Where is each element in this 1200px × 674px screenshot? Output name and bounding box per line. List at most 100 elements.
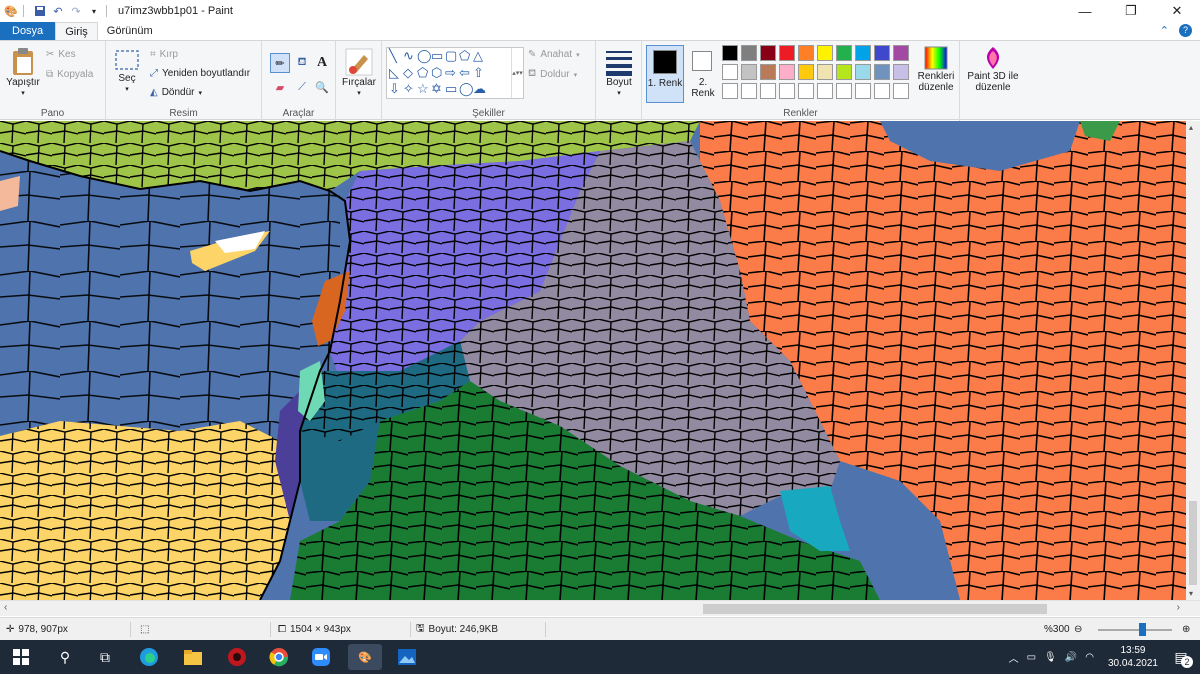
palette-swatch[interactable] — [760, 45, 776, 61]
six-star-shape-icon[interactable]: ✡ — [431, 82, 442, 96]
minimize-button[interactable]: — — [1062, 0, 1108, 22]
photos-app-icon[interactable] — [394, 644, 420, 670]
color-picker-icon[interactable]: ⟋ — [292, 77, 312, 97]
right-triangle-shape-icon[interactable]: ◺ — [389, 66, 399, 80]
collapse-ribbon-icon[interactable]: ⌃ — [1160, 24, 1169, 37]
magnifier-icon[interactable]: 🔍 — [312, 77, 332, 97]
eraser-icon[interactable]: ▰ — [270, 77, 290, 97]
palette-swatch-empty[interactable] — [893, 83, 909, 99]
scroll-left-icon[interactable]: ‹ — [4, 602, 7, 613]
hexagon-shape-icon[interactable]: ⬡ — [431, 66, 442, 80]
palette-swatch[interactable] — [855, 64, 871, 80]
volume-icon[interactable]: 🔊 — [1065, 652, 1077, 663]
palette-swatch-empty[interactable] — [779, 83, 795, 99]
right-arrow-shape-icon[interactable]: ⇨ — [445, 66, 456, 80]
zoom-slider-thumb[interactable] — [1139, 623, 1146, 636]
palette-swatch[interactable] — [817, 64, 833, 80]
cut-button[interactable]: ✂ Kes — [46, 49, 76, 60]
rectangle-shape-icon[interactable]: ▭ — [431, 49, 443, 63]
left-arrow-shape-icon[interactable]: ⇦ — [459, 66, 470, 80]
horizontal-scrollbar[interactable]: ‹ › — [0, 600, 1200, 616]
down-arrow-shape-icon[interactable]: ⇩ — [389, 82, 400, 96]
pentagon-shape-icon[interactable]: ⬠ — [417, 66, 428, 80]
zoom-slider[interactable] — [1098, 629, 1172, 631]
vertical-scroll-thumb[interactable] — [1189, 501, 1197, 585]
vertical-scrollbar[interactable]: ▴ ▾ — [1186, 121, 1200, 600]
palette-swatch-empty[interactable] — [836, 83, 852, 99]
palette-swatch[interactable] — [779, 64, 795, 80]
map-image[interactable] — [0, 121, 1186, 600]
scroll-right-icon[interactable]: › — [1177, 602, 1180, 613]
brushes-button[interactable]: Fırçalar ▾ — [340, 47, 378, 99]
callout-cloud-shape-icon[interactable]: ☁ — [473, 82, 486, 96]
search-icon[interactable]: ⚲ — [52, 644, 78, 670]
callout-oval-shape-icon[interactable]: ◯ — [459, 82, 474, 96]
palette-swatch[interactable] — [855, 45, 871, 61]
triangle-shape-icon[interactable]: △ — [473, 49, 483, 63]
rotate-button[interactable]: ◭ Döndür ▾ — [150, 87, 202, 98]
scroll-down-icon[interactable]: ▾ — [1189, 589, 1193, 598]
game-app-icon[interactable] — [224, 644, 250, 670]
palette-swatch[interactable] — [798, 45, 814, 61]
color1-button[interactable]: 1. Renk — [646, 45, 684, 103]
palette-swatch-empty[interactable] — [798, 83, 814, 99]
crop-button[interactable]: ⌗ Kırp — [150, 49, 178, 60]
scroll-up-icon[interactable]: ▴ — [1189, 123, 1193, 132]
zoom-out-button[interactable]: ⊖ — [1074, 618, 1082, 641]
pencil-icon[interactable]: ✏ — [270, 53, 290, 73]
tab-file[interactable]: Dosya — [0, 22, 56, 40]
palette-swatch-empty[interactable] — [741, 83, 757, 99]
notification-center-icon[interactable]: ▤ 2 — [1168, 644, 1194, 670]
curve-shape-icon[interactable]: ∿ — [403, 49, 414, 63]
palette-swatch-empty[interactable] — [874, 83, 890, 99]
horizontal-scroll-thumb[interactable] — [703, 604, 1047, 614]
wifi-icon[interactable]: ◠ — [1085, 652, 1094, 663]
palette-swatch[interactable] — [760, 64, 776, 80]
five-star-shape-icon[interactable]: ☆ — [417, 82, 429, 96]
fill-button[interactable]: ⛾ Doldur ▾ — [528, 68, 577, 81]
palette-swatch-empty[interactable] — [722, 83, 738, 99]
palette-swatch[interactable] — [874, 64, 890, 80]
clock[interactable]: 13:59 30.04.2021 — [1108, 644, 1158, 670]
rounded-rect-shape-icon[interactable]: ▢ — [445, 49, 457, 63]
edge-browser-icon[interactable] — [136, 644, 162, 670]
tab-view[interactable]: Görünüm — [98, 22, 162, 40]
zoom-in-button[interactable]: ⊕ — [1182, 618, 1190, 641]
palette-swatch[interactable] — [817, 45, 833, 61]
shapes-gallery[interactable]: ╲ ∿ ◯ ▭ ▢ ⬠ △ ◺ ◇ ⬠ ⬡ ⇨ ⇦ ⇧ ⇩ ✧ ☆ ✡ ▭ ◯ … — [386, 47, 524, 99]
copy-button[interactable]: ⧉ Kopyala — [46, 69, 93, 80]
palette-swatch[interactable] — [874, 45, 890, 61]
select-button[interactable]: Seç ▾ — [112, 49, 142, 95]
tab-home[interactable]: Giriş — [55, 22, 98, 40]
palette-swatch[interactable] — [741, 64, 757, 80]
redo-icon[interactable]: ↷ — [69, 4, 83, 18]
palette-swatch[interactable] — [741, 45, 757, 61]
color2-button[interactable]: 2. Renk — [686, 45, 722, 103]
palette-swatch[interactable] — [836, 45, 852, 61]
oval-shape-icon[interactable]: ◯ — [417, 49, 432, 63]
battery-icon[interactable]: ▭ — [1027, 652, 1036, 663]
paint-app-icon[interactable]: 🎨 — [4, 4, 18, 18]
palette-swatch[interactable] — [893, 45, 909, 61]
four-star-shape-icon[interactable]: ✧ — [403, 82, 414, 96]
text-tool-icon[interactable]: A — [312, 53, 332, 73]
paste-button[interactable]: Yapıştır ▾ — [4, 47, 42, 99]
diamond-shape-icon[interactable]: ◇ — [403, 66, 413, 80]
palette-swatch-empty[interactable] — [855, 83, 871, 99]
palette-swatch[interactable] — [722, 64, 738, 80]
gallery-scroll[interactable]: ▴▾▾ — [511, 48, 523, 98]
palette-swatch[interactable] — [779, 45, 795, 61]
line-shape-icon[interactable]: ╲ — [389, 49, 397, 63]
up-arrow-shape-icon[interactable]: ⇧ — [473, 66, 484, 80]
palette-swatch[interactable] — [893, 64, 909, 80]
canvas[interactable] — [0, 121, 1186, 600]
save-icon[interactable] — [33, 4, 47, 18]
help-icon[interactable]: ? — [1179, 24, 1192, 37]
palette-swatch-empty[interactable] — [760, 83, 776, 99]
microphone-icon[interactable]: 🎙 — [1044, 652, 1057, 663]
customize-toolbar-icon[interactable]: ▾ — [87, 4, 101, 18]
palette-swatch-empty[interactable] — [817, 83, 833, 99]
chrome-browser-icon[interactable] — [266, 644, 292, 670]
paint-app-taskbar-icon[interactable]: 🎨 — [348, 644, 382, 670]
callout-rect-shape-icon[interactable]: ▭ — [445, 82, 457, 96]
